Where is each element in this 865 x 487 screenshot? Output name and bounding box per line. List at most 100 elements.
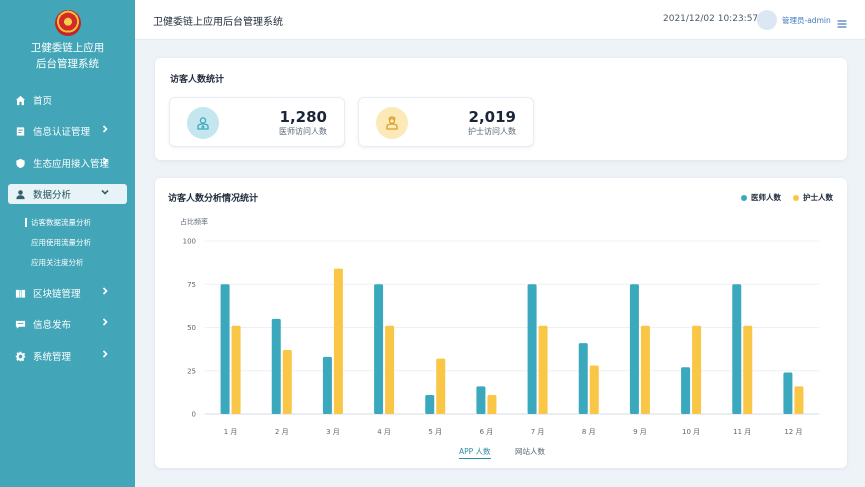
user-icon	[14, 188, 26, 200]
sidebar-item-info-auth[interactable]: 信息认证管理	[8, 121, 127, 141]
x-tick-label: 1 月	[224, 428, 238, 436]
x-tick-label: 3 月	[326, 428, 340, 436]
shield-icon	[14, 157, 26, 169]
legend-doctor[interactable]: 医师人数	[741, 192, 781, 203]
nurse-stat-card: 2,019 护士访问人数	[358, 97, 534, 147]
chevron-down-icon	[101, 188, 113, 200]
sidebar-item-label: 信息发布	[33, 320, 72, 331]
nurse-visit-label: 护士访问人数	[468, 127, 516, 136]
message-icon	[14, 318, 26, 330]
chevron-right-icon	[101, 350, 113, 362]
doctor-icon	[187, 107, 219, 139]
bar-nurse	[640, 325, 650, 414]
bar-nurse	[282, 349, 292, 414]
y-tick-label: 25	[187, 367, 196, 375]
bar-doctor	[629, 284, 639, 414]
bar-doctor	[783, 372, 793, 414]
brand-title: 卫健委链上应用 后台管理系统	[0, 40, 135, 72]
bar-nurse	[538, 325, 548, 414]
sidebar-item-data-analysis[interactable]: 数据分析	[8, 184, 127, 204]
menu-icon[interactable]	[837, 14, 847, 28]
bar-nurse	[794, 386, 804, 414]
home-icon	[14, 94, 26, 106]
sidebar-item-label: 生态应用接入管理	[33, 159, 110, 170]
bar-doctor	[374, 284, 384, 414]
bar-doctor	[578, 343, 588, 414]
sidebar-item-publish[interactable]: 信息发布	[8, 314, 127, 334]
avatar[interactable]	[757, 10, 777, 30]
sidebar-item-home[interactable]: 首页	[8, 90, 127, 110]
sidebar-item-label: 首页	[33, 96, 53, 107]
doctor-visit-label: 医师访问人数	[279, 127, 327, 136]
book-icon	[14, 287, 26, 299]
y-tick-label: 75	[187, 281, 196, 289]
legend-nurse-swatch	[793, 194, 799, 201]
sidebar-item-label: 数据分析	[33, 190, 72, 201]
doctor-visit-count: 1,280	[279, 108, 327, 126]
sidebar-item-label: 信息认证管理	[33, 127, 91, 138]
gear-icon	[14, 350, 26, 362]
sidebar-item-ecosystem[interactable]: 生态应用接入管理	[8, 153, 127, 173]
nurse-icon	[376, 107, 408, 139]
bar-doctor	[322, 356, 332, 414]
bar-doctor	[732, 284, 742, 414]
x-tick-label: 7 月	[531, 428, 545, 436]
x-tick-label: 8 月	[582, 428, 596, 436]
sidebar-item-label: 系统管理	[33, 352, 72, 363]
x-tick-label: 4 月	[377, 428, 391, 436]
sidebar-subitem-visitor-traffic[interactable]: 访客数据流量分析	[25, 217, 91, 228]
sidebar-item-system[interactable]: 系统管理	[8, 346, 127, 366]
bar-nurse	[692, 325, 702, 414]
bar-doctor	[681, 367, 691, 414]
x-tick-label: 6 月	[480, 428, 494, 436]
x-tick-label: 12 月	[784, 428, 802, 436]
brand-line-1: 卫健委链上应用	[30, 42, 105, 54]
bar-nurse	[589, 365, 599, 414]
doctor-stat-card: 1,280 医师访问人数	[169, 97, 345, 147]
bar-doctor	[476, 386, 486, 414]
legend-nurse[interactable]: 护士人数	[793, 192, 833, 203]
national-emblem-logo	[55, 10, 81, 36]
y-tick-label: 0	[192, 411, 196, 419]
visitor-stats-card: 访客人数统计 1,280 医师访问人数 2,019 护士访问人数	[155, 58, 847, 160]
sidebar-item-label: 区块链管理	[33, 289, 81, 300]
legend-nurse-label: 护士人数	[803, 193, 833, 202]
bar-nurse	[333, 268, 343, 414]
legend-doctor-label: 医师人数	[751, 193, 781, 202]
y-tick-label: 50	[187, 324, 196, 332]
visitor-analysis-title: 访客人数分析情况统计	[168, 194, 259, 204]
bar-doctor	[527, 284, 537, 414]
tab-app-users[interactable]: APP 人数	[459, 446, 491, 459]
sidebar-subitem-app-usage[interactable]: 应用使用流量分析	[31, 237, 91, 248]
visitor-bar-chart: 占比频率 0 25 50 75 100 1 月 2 月 3 月 4 月 5 月 6 月 7 月 8 月 9 …	[180, 217, 819, 436]
tab-website-users[interactable]: 网站人数	[515, 446, 545, 457]
id-card-icon	[14, 125, 26, 137]
chevron-right-icon	[101, 318, 113, 330]
x-tick-label: 5 月	[428, 428, 442, 436]
x-tick-label: 2 月	[275, 428, 289, 436]
chevron-right-icon	[101, 125, 113, 137]
bar-nurse	[743, 325, 753, 414]
user-name[interactable]: 管理员-admin	[782, 15, 831, 26]
y-tick-label: 100	[183, 238, 196, 246]
sidebar: 卫健委链上应用 后台管理系统 首页 信息认证管理 生态应用接入管理 数据分析 访…	[0, 0, 135, 487]
legend-doctor-swatch	[741, 194, 747, 201]
bar-nurse	[231, 325, 241, 414]
x-tick-label: 10 月	[682, 428, 700, 436]
bar-nurse	[436, 358, 446, 414]
bar-nurse	[385, 325, 395, 414]
bar-doctor	[220, 284, 230, 414]
sidebar-item-blockchain[interactable]: 区块链管理	[8, 283, 127, 303]
bar-doctor	[271, 318, 281, 414]
brand-line-2: 后台管理系统	[36, 58, 99, 70]
chevron-right-icon	[101, 287, 113, 299]
x-tick-label: 11 月	[733, 428, 751, 436]
y-axis-label: 占比频率	[180, 217, 208, 226]
visitor-stats-title: 访客人数统计	[170, 75, 225, 85]
page-title: 卫健委链上应用后台管理系统	[153, 17, 283, 28]
sidebar-subitem-app-attention[interactable]: 应用关注度分析	[31, 257, 84, 268]
bar-doctor	[425, 394, 435, 414]
bar-nurse	[487, 394, 497, 414]
chevron-right-icon	[101, 157, 113, 169]
current-datetime: 2021/12/02 10:23:57	[663, 14, 759, 24]
